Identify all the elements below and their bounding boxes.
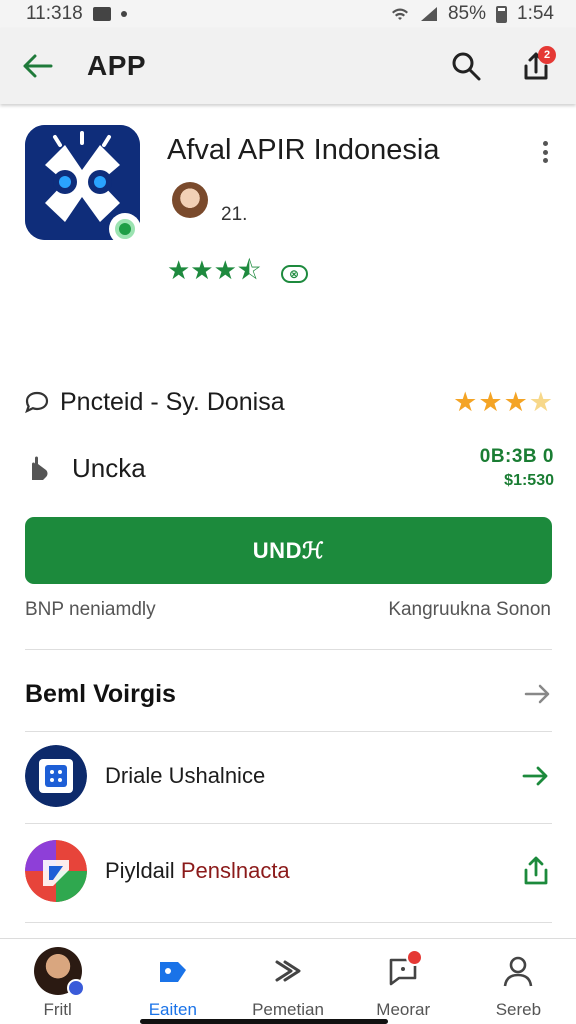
dot-icon — [120, 11, 127, 17]
app-title: Afval APIR Indonesia — [167, 134, 440, 166]
calculator-icon — [25, 745, 87, 807]
share-icon — [524, 856, 548, 885]
nav-updates[interactable]: Pemetian — [230, 939, 345, 1024]
divider — [25, 731, 552, 732]
download-row[interactable]: Uncka 0B:3B 0 $1:530 — [24, 443, 554, 493]
provider-stars: ★★★★ — [453, 387, 554, 418]
nav-account[interactable]: Sereb — [461, 939, 576, 1024]
section-more-button[interactable] — [522, 680, 554, 708]
list-item-icon — [25, 745, 87, 807]
list-item-label-accent: Penslnacta — [180, 858, 290, 883]
list-item[interactable]: Driale Ushalnice — [25, 743, 552, 809]
notification-badge: 2 — [538, 46, 556, 64]
more-options-button[interactable] — [532, 137, 558, 167]
developer-count: 21. — [221, 204, 248, 225]
nav-profile[interactable]: Fritl — [0, 939, 115, 1024]
search-button[interactable] — [448, 48, 484, 84]
wifi-icon — [391, 8, 408, 20]
arrow-right-icon — [522, 766, 548, 786]
list-item-label-text: Piyldail — [105, 858, 181, 883]
arrow-left-icon — [23, 54, 53, 78]
nav-icon — [264, 947, 312, 995]
nav-label: Meorar — [376, 1000, 431, 1019]
list-item[interactable]: Piyldail Penslnacta — [25, 838, 552, 904]
signal-icon — [420, 7, 437, 21]
status-right: 85% 1:54 — [390, 3, 554, 25]
notifications-button[interactable]: 2 — [518, 46, 556, 84]
divider — [25, 823, 552, 824]
install-note-right[interactable]: Kangruukna Sonon — [388, 599, 551, 621]
list-item-label: Piyldail Penslnacta — [105, 858, 290, 884]
divider — [25, 922, 552, 923]
account-badge-icon — [66, 979, 85, 997]
nav-label: Pemetian — [252, 1000, 324, 1019]
nav-messages[interactable]: Meorar — [346, 939, 461, 1024]
nav-label: Fritl — [43, 1000, 72, 1019]
profile-avatar — [33, 947, 85, 997]
rating-chip[interactable]: ⊗ — [280, 265, 308, 283]
top-app-bar: APP 2 — [0, 28, 576, 104]
provider-label: Pnctеid - Sy. Donisa — [60, 387, 285, 416]
list-item-label-text: Driale Ushalnice — [105, 763, 266, 788]
section-title: Beml Voirgis — [25, 680, 176, 708]
download-label: Uncka — [72, 452, 146, 483]
rating-stars: ★★★⯪ — [167, 255, 262, 285]
home-indicator[interactable] — [140, 1019, 388, 1024]
nav-icon — [149, 947, 197, 995]
provider-stars-half: ★ — [528, 386, 554, 417]
battery-percent: 85% — [447, 3, 487, 24]
developer-avatar[interactable] — [172, 182, 208, 218]
status-time: 11:318 — [26, 3, 83, 24]
list-item-open-button[interactable] — [520, 760, 552, 792]
nav-icon — [494, 947, 542, 995]
status-clock: 1:54 — [517, 3, 554, 24]
list-item-label: Driale Ushalnice — [105, 763, 265, 789]
list-item-share-button[interactable] — [520, 855, 552, 887]
install-note-left: BNP neniamdly — [25, 599, 156, 620]
install-button[interactable]: UNDℋ — [25, 517, 552, 584]
price-sub: $1:530 — [504, 472, 554, 489]
status-bar: 11:318 85% 1:54 — [0, 0, 576, 28]
rating-row: ★★★⯪ ⊗ — [167, 252, 308, 296]
person-icon — [504, 956, 533, 987]
nav-apps[interactable]: Eaiten — [115, 939, 230, 1024]
back-button[interactable] — [22, 50, 54, 82]
arrow-right-icon — [524, 684, 550, 704]
chat-bubble-icon — [25, 391, 49, 414]
app-bar-title: APP — [87, 50, 147, 81]
notification-icon — [92, 7, 111, 21]
forward-icon — [275, 960, 301, 982]
hand-icon — [32, 456, 48, 480]
nav-label: Eaiten — [148, 1000, 197, 1019]
list-item-icon — [25, 840, 87, 902]
provider-row[interactable]: Pnctеid - Sy. Donisa ★★★★ — [24, 384, 554, 420]
divider — [25, 649, 552, 650]
search-icon — [452, 52, 481, 81]
verified-badge-icon — [109, 213, 141, 245]
price-block: 0B:3B 0 $1:530 — [480, 446, 554, 490]
nav-icon — [379, 947, 427, 995]
bottom-navigation: Fritl Eaiten Pemetian Meorar Sereb — [0, 938, 576, 1024]
status-left: 11:318 — [26, 3, 127, 25]
provider-stars-full: ★★★ — [453, 386, 529, 417]
price-main: 0B:3B 0 — [479, 446, 554, 467]
battery-icon — [496, 5, 508, 23]
colorful-app-icon — [25, 840, 87, 902]
nav-label: Sereb — [495, 1000, 542, 1019]
apps-tag-icon — [159, 962, 186, 982]
